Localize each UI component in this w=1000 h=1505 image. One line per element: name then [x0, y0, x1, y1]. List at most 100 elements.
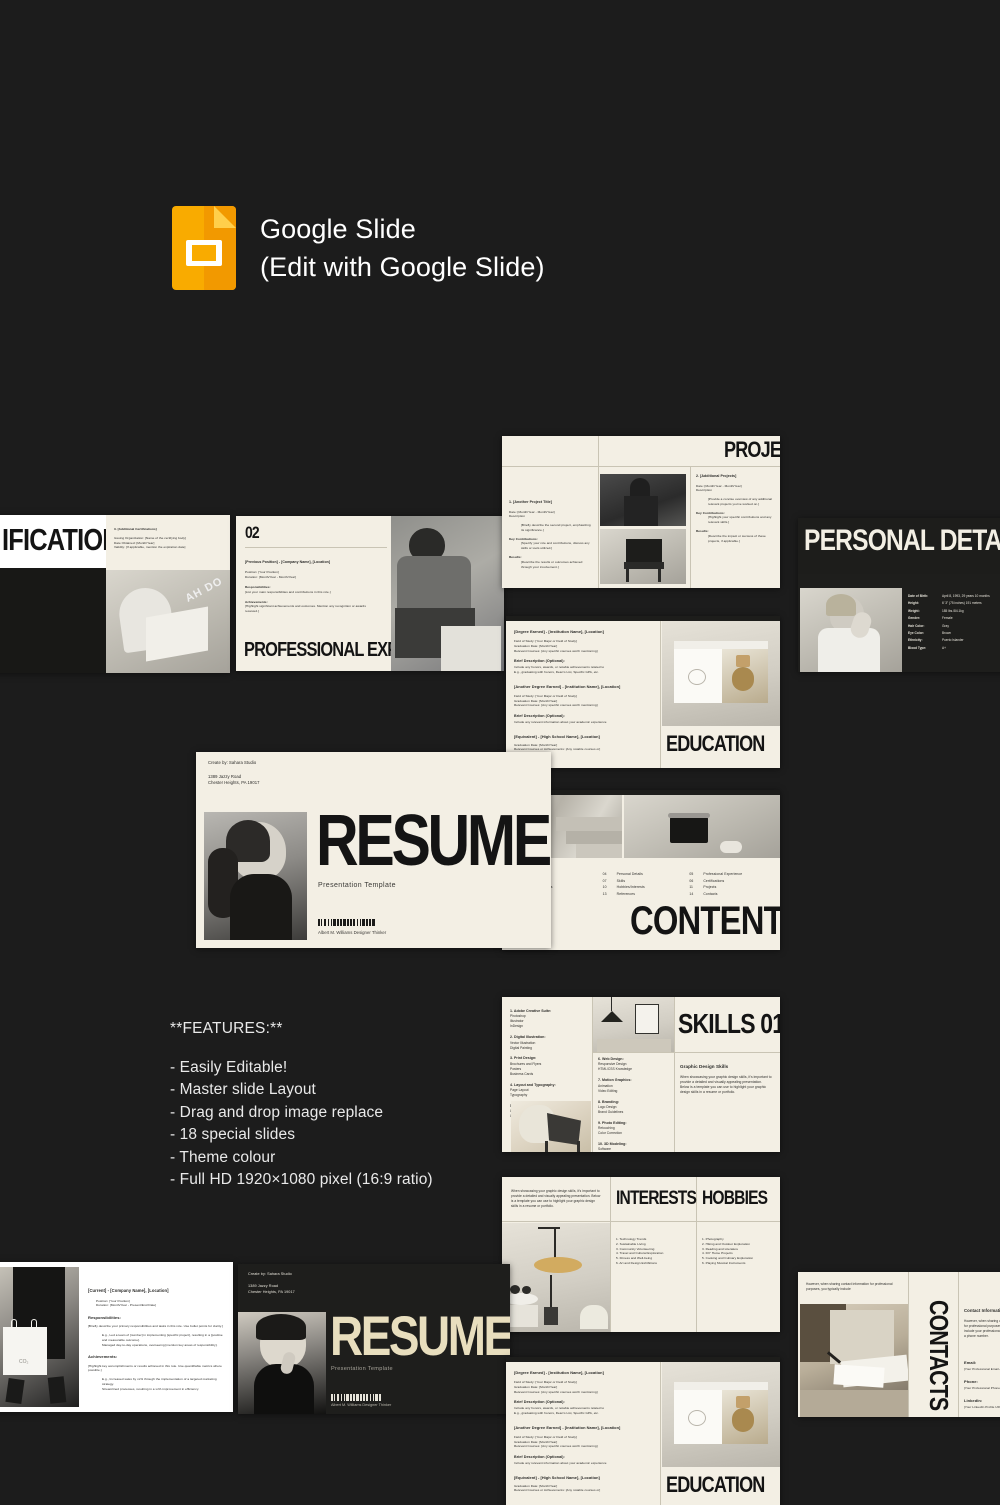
current-role-ach-bullet: E.g., Increased sales by xx% through the… [102, 1377, 217, 1386]
slide-resume-light[interactable]: Create by: Sahara Studio 1389 Jazzy Road… [196, 752, 551, 948]
personal-detail-label: Weight: [908, 608, 920, 613]
contents-item-number: 05 [689, 872, 694, 876]
contents-item-number: 07 [602, 878, 607, 883]
skill-item: Brand Guidelines [598, 1109, 624, 1114]
product-header-text: Google Slide (Edit with Google Slide) [260, 210, 545, 287]
education-bottom-subbullet: Include any relevant information about y… [514, 1460, 607, 1465]
project-right-result-text: [Describe the impact or success of these… [708, 533, 766, 543]
resume-credit: Create by: Sahara Studio [208, 760, 257, 765]
education-bottom-heading: [Equivalent] - [High School Name], [Loca… [514, 1474, 600, 1480]
education-bullet: Relevant Courses: [Any specific courses … [514, 703, 598, 708]
product-header: Google Slide (Edit with Google Slide) [172, 206, 545, 290]
personal-detail-label: Blood Type: [908, 645, 927, 650]
features-item: - Master slide Layout [170, 1081, 316, 1099]
features-list: - Easily Editable! - Master slide Layout… [170, 1059, 433, 1190]
contents-item[interactable]: 04 Personal Details [603, 872, 680, 876]
mockup-canvas: Google Slide (Edit with Google Slide) **… [0, 0, 1000, 1505]
education-heading: [Degree Earned] - [Institution Name], [L… [514, 629, 604, 634]
slide-education[interactable]: [Degree Earned] - [Institution Name], [L… [506, 616, 780, 768]
contents-item-number: 04 [602, 872, 607, 876]
skill-item: Business Cards [510, 1071, 534, 1076]
current-role-photo: CO₂ [0, 1267, 79, 1407]
personal-detail-row: Ethnicity: Puerto Islander [908, 638, 1000, 642]
project-right-line: Description [696, 488, 713, 493]
current-role-resp-bullet: E.g., Led a team of [number] in implemen… [102, 1333, 223, 1342]
skills-right-text: When showcasing your graphic design skil… [680, 1075, 772, 1095]
cert-bullet: Validity: [If applicable, mention the ex… [114, 545, 186, 550]
slide-current-role[interactable]: CO₂ [Current] - [Company Name], [Locatio… [0, 1262, 233, 1412]
cert-block-subline: Provide a brief description of the certi… [0, 651, 21, 656]
skill-group: 9. Photo Editing: Retouching Color Corre… [598, 1121, 668, 1136]
resume-subtitle: Presentation Template [318, 882, 396, 889]
slide-education-bottom-title: EDUCATION [666, 1472, 765, 1497]
slide-resume-dark-title: RESUME [330, 1304, 510, 1367]
current-role-resp-label: Responsibilities: [88, 1315, 121, 1321]
skill-group: 6. Web Design: Responsive Design HTML/CS… [598, 1057, 668, 1072]
slide-project-title: PROJECT [724, 437, 780, 462]
contents-grid: 03Introduction 08Education 09Achievement… [516, 872, 766, 896]
personal-details-photo [800, 588, 902, 672]
slide-contacts[interactable]: However, when sharing contact informatio… [798, 1272, 1000, 1417]
slide-certifications[interactable]: IFICATIONS 3. [Additional Certifications… [0, 515, 230, 673]
project-left-line: Description [509, 514, 526, 519]
contents-column: 04 Personal Details 07 Skills 10 Hobbies/In… [603, 872, 680, 896]
current-role-bullet: Duration: [Month/Year - Present/End Date… [96, 1303, 157, 1308]
slide-resume-dark[interactable]: Create by: Sahara Studio 1389 Jazzy Road… [238, 1264, 510, 1414]
slide-skills[interactable]: 1. Adobe Creative Suite: Photoshop Illus… [502, 997, 780, 1152]
contents-item[interactable]: 05 Professional Experience [689, 872, 766, 876]
skill-group: 3. Print Design: Brochures and Flyers Po… [510, 1056, 588, 1076]
skill-group: 4. Layout and Typography: Page Layout Ty… [510, 1083, 588, 1098]
slide-education-bottom[interactable]: [Degree Earned] - [Institution Name], [L… [506, 1357, 780, 1505]
skill-group-title: 8. Branding: [598, 1099, 619, 1104]
personal-detail-label: Eye Color: [908, 630, 924, 635]
slide-education-title: EDUCATION [666, 731, 765, 756]
project-right-desc: [Provide a concise overview of any addit… [708, 497, 772, 506]
skills-right-heading: Graphic Design Skills [680, 1064, 729, 1069]
slide-professional-experience[interactable]: 02 [Previous Position] - [Company Name],… [236, 516, 504, 671]
education-bottom-bullet: Relevant Courses or Achievements: [Any n… [514, 1488, 601, 1493]
contents-item[interactable]: 14 Contacts [689, 892, 766, 896]
project-result-text: [Describe the results or outcomes achiev… [521, 559, 583, 569]
contents-column: 05 Professional Experience 06 Certificatio… [689, 872, 766, 896]
contents-item[interactable]: 07 Skills [603, 879, 680, 883]
project-photo-top [600, 474, 686, 526]
skill-item: Software [598, 1147, 612, 1152]
product-title-line2: (Edit with Google Slide) [260, 252, 545, 282]
experience-heading: [Previous Position] - [Company Name], [L… [245, 560, 331, 564]
contents-item-number: 13 [602, 891, 607, 896]
resume-dark-credit: Create by: Sahara Studio [248, 1272, 292, 1276]
contents-item[interactable]: 11 Projects [689, 885, 766, 889]
slide-personal-details[interactable]: PERSONAL DETAIL Date of Birth: April 8, 1… [798, 518, 1000, 672]
contacts-photo [800, 1304, 908, 1417]
personal-detail-label: Height: [908, 601, 919, 606]
personal-detail-row: Eye Color: Brown [908, 631, 1000, 635]
interests-photo [502, 1223, 610, 1332]
cert-block-line: Validity: [If applicable, mention the ex… [0, 637, 21, 642]
contents-item[interactable]: 13 References [603, 892, 680, 896]
education-bottom-heading: [Another Degree Earned] - [Institution N… [514, 1424, 621, 1430]
personal-detail-label: Gender: [908, 616, 921, 621]
personal-detail-label: Hair Color: [908, 623, 925, 628]
education-subbullet: Include any relevant information about y… [514, 719, 607, 724]
current-role-resp-text: [Briefly describe your primary responsib… [88, 1324, 223, 1329]
contents-item[interactable]: 06 Certifications [689, 879, 766, 883]
contents-photo-right [624, 795, 780, 858]
skill-group: 7. Motion Graphics: Animation Video Edit… [598, 1078, 668, 1093]
personal-detail-row: Weight: 185 lbs./84.1kg [908, 609, 1000, 613]
skill-group-title: 9. Photo Editing: [598, 1120, 627, 1125]
slide-skills-title: SKILLS 01 [678, 1008, 780, 1039]
slide-project[interactable]: PROJECT 1. [Another Project Title] Date:… [502, 436, 780, 588]
personal-detail-row: Gender: Female [908, 616, 1000, 620]
slide-interests-hobbies[interactable]: When showcasing your graphic design skil… [502, 1177, 780, 1332]
product-title-line1: Google Slide [260, 213, 416, 244]
skill-group-title: 7. Motion Graphics: [598, 1078, 632, 1083]
features-item: - Easily Editable! [170, 1058, 288, 1076]
contents-item[interactable]: 10 Hobbies/Interests [603, 885, 680, 889]
personal-detail-value: Female [942, 616, 953, 621]
project-key-text: [Specify your role and contributions, di… [521, 541, 590, 551]
slide-contents-title: CONTENTS [630, 899, 780, 943]
personal-detail-row: Hair Color: Gray [908, 624, 1000, 628]
google-slides-icon [172, 206, 236, 290]
personal-detail-label: Date of Birth: [908, 594, 929, 598]
skill-group: 10. 3D Modeling: Software Rendering [598, 1142, 668, 1152]
